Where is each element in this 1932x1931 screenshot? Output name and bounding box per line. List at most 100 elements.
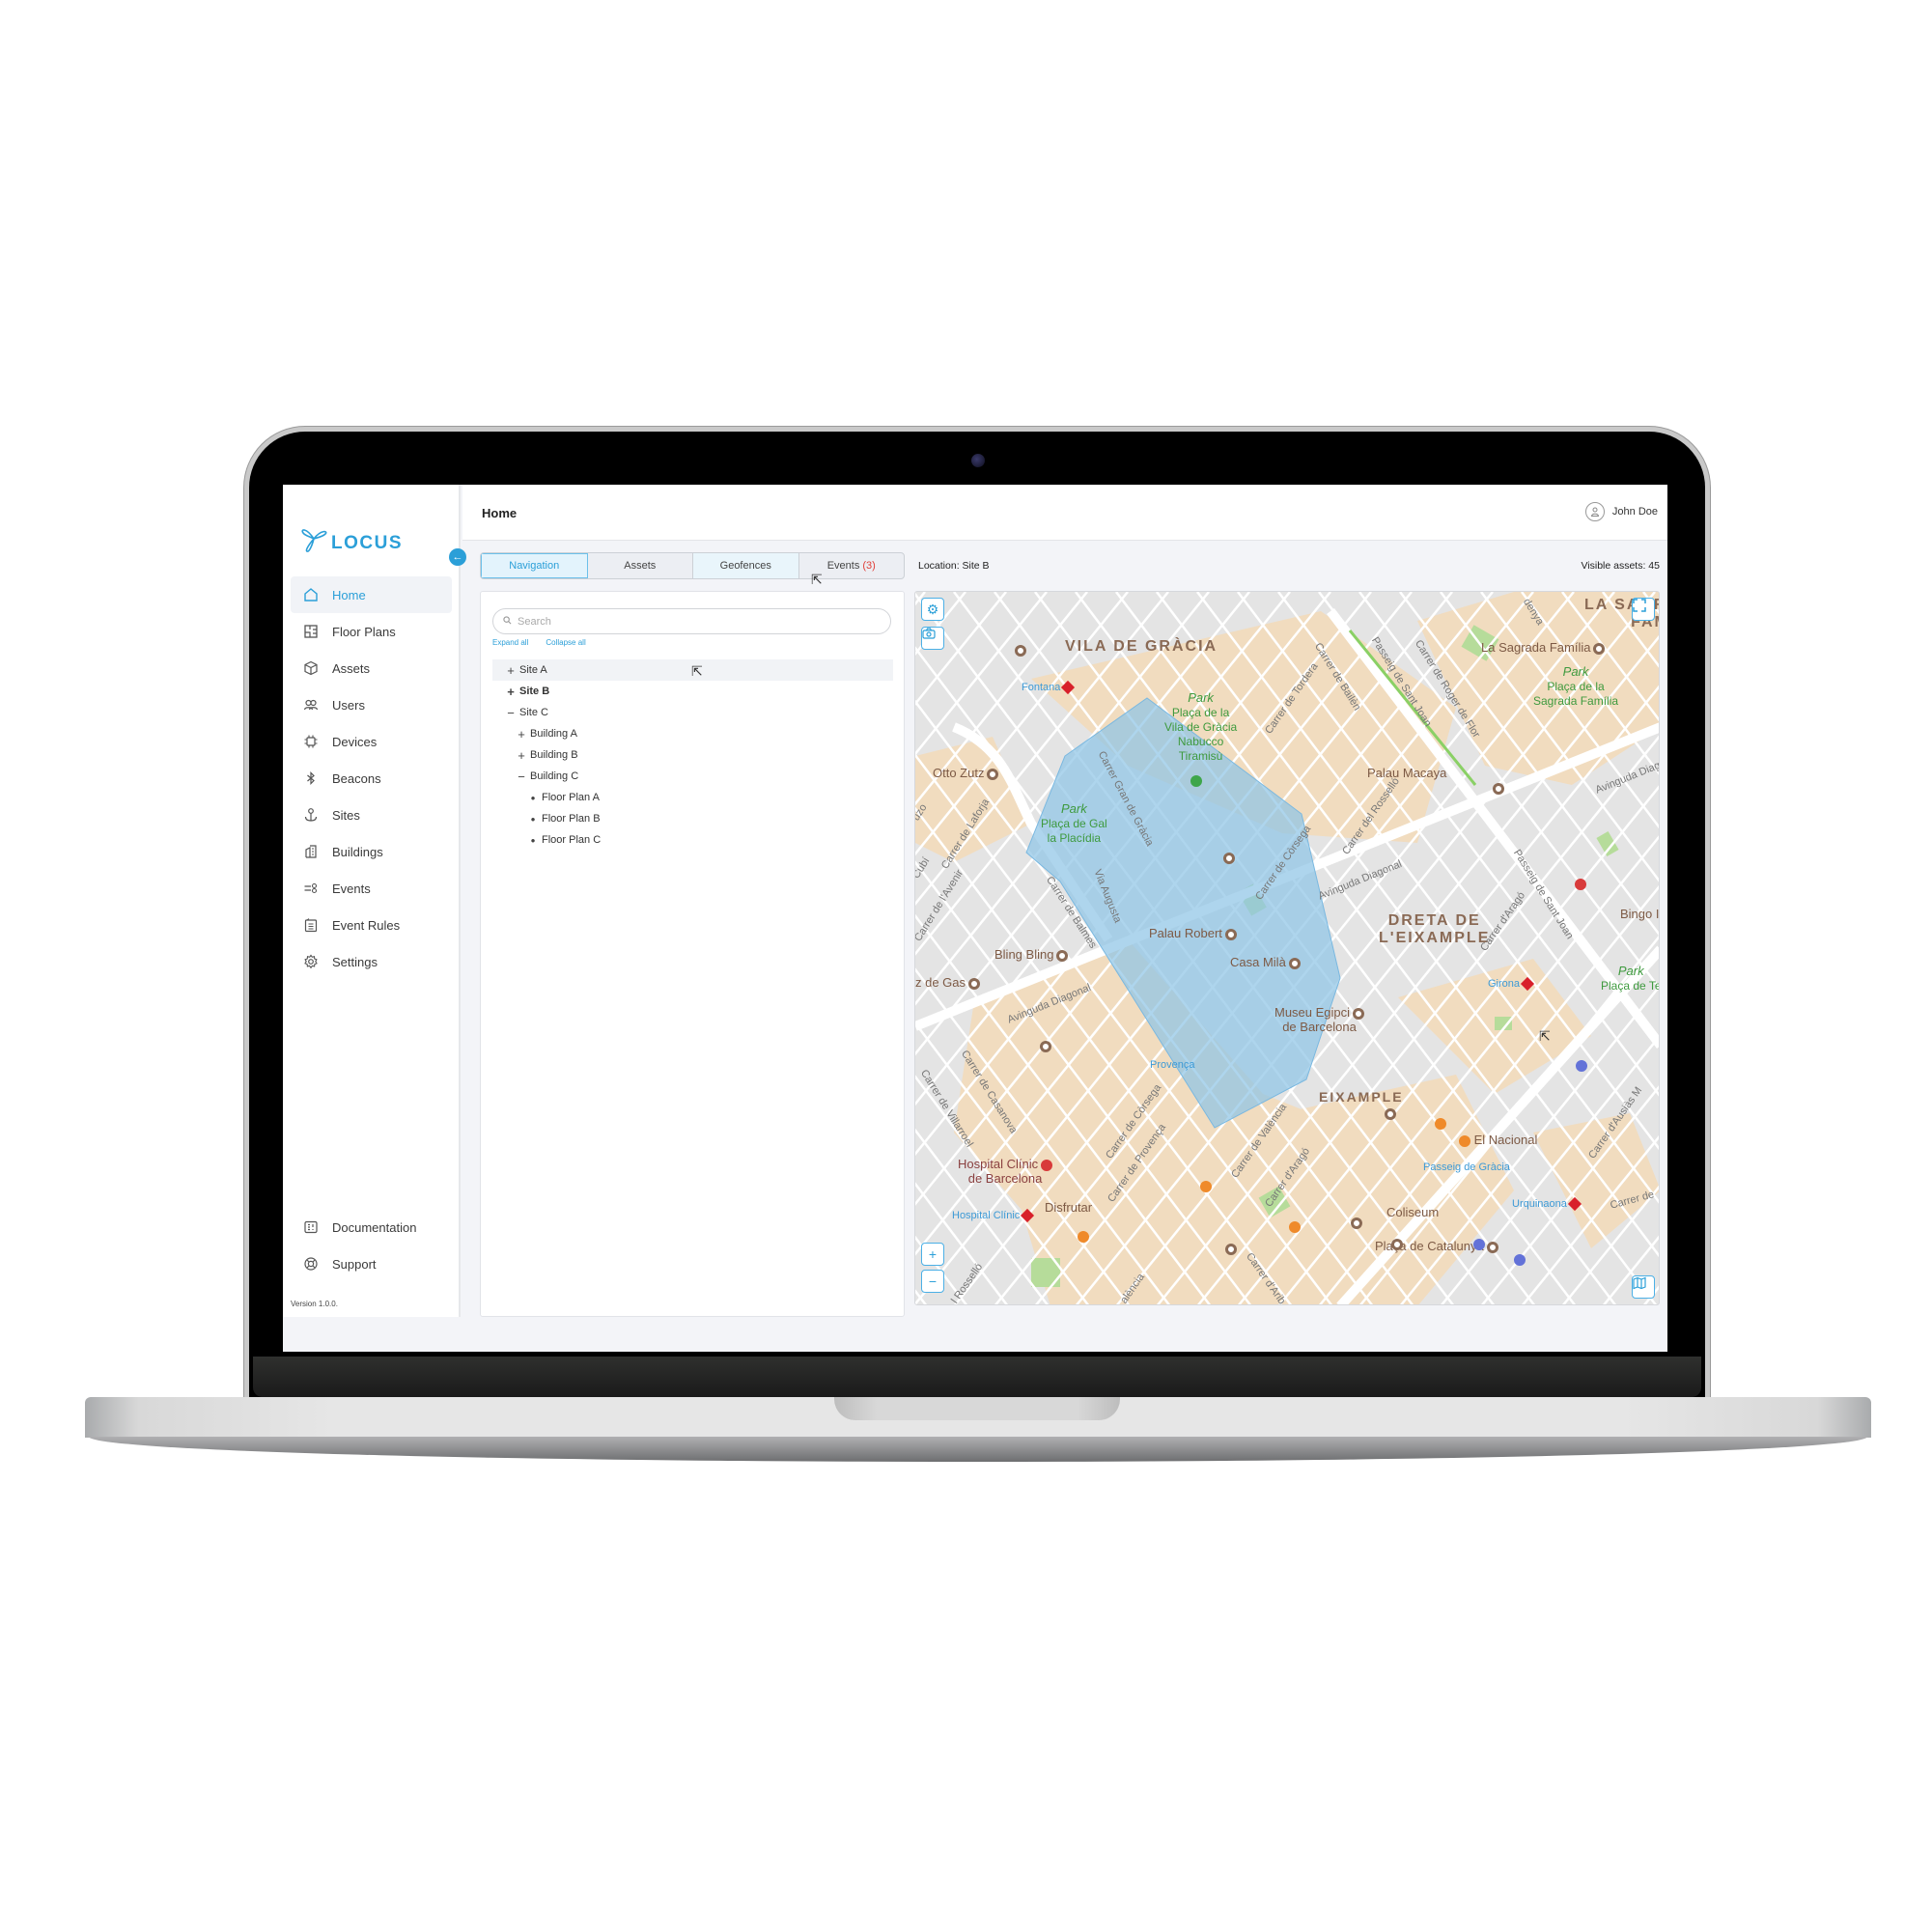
map-place-sagrada-familia[interactable]: La Sagrada Família [1481,640,1606,655]
tree-node-building-b[interactable]: + Building B [492,744,893,766]
sidebar-item-sites[interactable]: Sites [291,797,452,833]
theatre-icon[interactable] [1351,1217,1362,1229]
zoom-out-button[interactable]: − [921,1270,944,1293]
user-menu[interactable]: John Doe [1584,502,1658,521]
cafe-icon[interactable] [1225,1244,1237,1255]
locus-logo-icon [301,529,327,552]
map-place-palau-macaya[interactable]: Palau Macaya [1367,766,1446,780]
map-metro-hospital-clinic[interactable]: Hospital Clínic [952,1209,1035,1223]
map-place-hospital-clinic[interactable]: Hospital Clínic de Barcelona [958,1157,1053,1186]
expand-icon[interactable]: + [504,663,518,678]
map-place-label: Palau Robert [1149,926,1222,940]
restaurant-icon[interactable] [1435,1118,1446,1130]
map-place-disfrutar[interactable]: Disfrutar [1045,1200,1092,1215]
user-avatar-icon [1584,502,1605,521]
collapse-icon[interactable]: − [504,706,518,720]
map-fullscreen-button[interactable] [1632,598,1655,621]
map-place-bingo[interactable]: Bingo I [1620,907,1659,921]
map-metro-passeig-de-gracia[interactable]: Passeig de Gràcia [1423,1161,1510,1173]
map-place-label: Otto Zutz [933,766,985,780]
users-icon [302,696,320,714]
sidebar-item-documentation[interactable]: Documentation [291,1209,452,1245]
map-place-luz-de-gas[interactable]: z de Gas [915,975,981,990]
museum-icon[interactable] [1015,645,1026,657]
tree-node-building-c[interactable]: − Building C [492,766,893,787]
cocktail-bar-icon[interactable] [1200,1181,1212,1192]
landmark-icon [1288,957,1301,969]
tab-assets[interactable]: Assets [588,553,693,578]
map-park-gracia[interactable]: Park Plaça de la Vila de Gràcia Nabucco Tira… [1164,690,1237,764]
museum-icon[interactable] [1493,783,1504,795]
sidebar-item-floor-plans[interactable]: Floor Plans [291,613,452,650]
map-place-el-nacional[interactable]: El Nacional [1456,1133,1537,1147]
expand-icon[interactable]: + [504,685,518,699]
shopping-icon[interactable] [1473,1239,1485,1250]
map-place-palau-robert[interactable]: Palau Robert [1149,926,1237,940]
park-label: Nabucco [1177,735,1224,748]
expand-all-link[interactable]: Expand all [492,638,528,647]
sidebar-item-event-rules[interactable]: Event Rules [291,907,452,943]
expand-icon[interactable]: + [515,748,528,763]
map-metro-provenca[interactable]: Provença [1150,1059,1194,1071]
sidebar-item-buildings[interactable]: Buildings [291,833,452,870]
restaurant-icon[interactable] [1289,1221,1301,1233]
shopping-icon[interactable] [1576,1060,1587,1072]
sidebar-item-assets[interactable]: Assets [291,650,452,686]
tree-node-building-a[interactable]: + Building A [492,723,893,744]
map-place-museu-egipci[interactable]: Museu Egipci de Barcelona [1274,1005,1365,1034]
map-screenshot-button[interactable] [921,627,944,650]
map-park-tetuan[interactable]: Park Plaça de Te [1601,964,1659,993]
locus-logo[interactable]: LOCUS [300,521,403,554]
map-view[interactable]: VILA DE GRÀCIA DRETA DE L'EIXAMPLE EIXAMP… [914,591,1660,1305]
map-park-sagrada-familia[interactable]: Park Plaça de la Sagrada Família [1533,664,1618,709]
map-settings-button[interactable]: ⚙ [921,598,944,621]
tab-navigation[interactable]: Navigation [481,553,588,578]
landmark-icon[interactable] [1385,1108,1396,1120]
tree-node-floor-plan-a[interactable]: • Floor Plan A [492,787,893,808]
tree-node-site-b[interactable]: + Site B [492,681,893,702]
map-park-gal-placidia[interactable]: Park Plaça de Gal la Placídia [1041,801,1107,846]
user-name: John Doe [1611,506,1658,518]
tree-node-floor-plan-c[interactable]: • Floor Plan C [492,829,893,851]
sidebar-item-devices[interactable]: Devices [291,723,452,760]
tree-search[interactable] [492,608,891,634]
tree-node-site-a[interactable]: + Site A [492,659,893,681]
bar-icon[interactable] [1040,1041,1051,1052]
sidebar-item-home[interactable]: Home [291,576,452,613]
bluetooth-icon [302,770,320,787]
zoom-in-button[interactable]: + [921,1243,944,1266]
search-input[interactable] [518,615,865,628]
map-place-bling-bling[interactable]: Bling Bling [994,947,1069,962]
sidebar-item-events[interactable]: Events [291,870,452,907]
tab-geofences[interactable]: Geofences [693,553,799,578]
tree-node-label: Floor Plan C [542,834,602,846]
hospital-icon[interactable] [1575,879,1586,890]
sidebar-item-beacons[interactable]: Beacons [291,760,452,797]
sidebar-item-support[interactable]: Support [291,1245,452,1282]
park-icon[interactable] [1190,775,1202,787]
tab-events[interactable]: Events (3) [799,553,905,578]
map-metro-urquinaona[interactable]: Urquinaona [1512,1197,1582,1212]
tree-node-site-c[interactable]: − Site C [492,702,893,723]
sidebar-item-settings[interactable]: Settings [291,943,452,980]
collapse-sidebar-button[interactable]: ← [449,548,466,566]
map-metro-fontana[interactable]: Fontana [1022,681,1076,695]
tab-label: Assets [624,560,657,572]
expand-icon[interactable]: + [515,727,528,742]
parking-icon[interactable] [1223,853,1235,864]
metro-icon [1567,1197,1582,1212]
tree-node-floor-plan-b[interactable]: • Floor Plan B [492,808,893,829]
sidebar-item-users[interactable]: Users [291,686,452,723]
map-metro-girona[interactable]: Girona [1488,977,1535,992]
shopping-icon[interactable] [1514,1254,1526,1266]
gear-icon: ⚙ [926,601,939,617]
park-label: Park [1617,964,1644,978]
map-place-casa-mila[interactable]: Casa Milà [1230,955,1301,969]
map-place-otto-zutz[interactable]: Otto Zutz [933,766,999,780]
collapse-all-link[interactable]: Collapse all [546,638,585,647]
map-layers-button[interactable] [1632,1275,1655,1299]
map-place-coliseum[interactable]: Coliseum [1386,1205,1439,1219]
collapse-icon[interactable]: − [515,770,528,784]
nightclub-icon[interactable] [1391,1239,1403,1250]
restaurant-icon[interactable] [1078,1231,1089,1243]
